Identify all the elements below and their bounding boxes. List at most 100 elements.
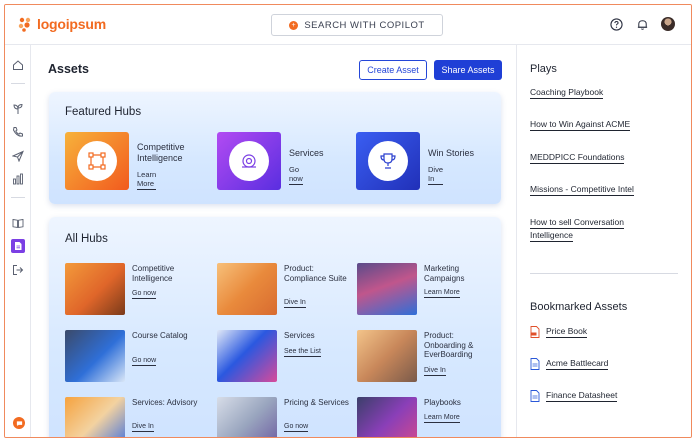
bell-ring-icon: [229, 141, 269, 181]
hub-card[interactable]: Marketing Campaigns Learn More: [357, 263, 497, 315]
left-nav-rail: [5, 45, 31, 437]
hub-thumbnail: [65, 397, 125, 437]
bookmarks-title: Bookmarked Assets: [530, 301, 628, 313]
featured-hubs-panel: Featured Hubs Competitive Intelligence L…: [49, 92, 501, 204]
copilot-icon: +: [289, 20, 299, 30]
header-actions: [609, 17, 675, 31]
logo[interactable]: logoipsum: [17, 16, 106, 32]
hub-link[interactable]: See the List: [284, 348, 321, 357]
hub-thumbnail: [357, 263, 417, 315]
doc-icon: [530, 390, 540, 402]
trophy-icon: [368, 141, 408, 181]
hub-name: Competitive Intelligence: [132, 264, 175, 283]
nav-divider: [11, 197, 25, 198]
hub-name: Product: Onboarding & EverBoarding: [424, 331, 474, 359]
hub-card[interactable]: Playbooks Learn More: [357, 397, 497, 437]
hub-thumbnail: [357, 397, 417, 437]
hub-link[interactable]: Go now: [132, 357, 157, 366]
hub-name: Win Stories: [428, 148, 475, 158]
hub-thumbnail: [217, 263, 277, 315]
hub-thumbnail: [65, 263, 125, 315]
brand-name: logoipsum: [37, 16, 106, 32]
bookmark-item[interactable]: Finance Datasheet: [530, 390, 618, 402]
bell-icon[interactable]: [635, 17, 649, 31]
hub-name: Pricing & Services: [284, 398, 349, 407]
hub-link[interactable]: Go now: [284, 423, 309, 432]
hub-link[interactable]: Learn More: [424, 414, 460, 423]
nav-divider: [11, 83, 25, 84]
logo-mark-icon: [18, 17, 31, 32]
help-icon[interactable]: [609, 17, 623, 31]
hub-card[interactable]: Services: Advisory Dive In: [65, 397, 205, 437]
home-icon[interactable]: [11, 58, 25, 72]
hub-tile: [217, 132, 281, 190]
hub-card[interactable]: Pricing & Services Go now: [217, 397, 357, 437]
create-asset-button[interactable]: Create Asset: [359, 60, 427, 80]
hub-tile: [65, 132, 129, 190]
play-label: How to Win Against ACME: [530, 119, 631, 131]
hub-link[interactable]: Dive In: [428, 165, 444, 185]
copilot-search-bar[interactable]: + SEARCH WITH COPILOT: [271, 14, 443, 36]
logout-icon[interactable]: [11, 263, 25, 277]
hub-card[interactable]: Competitive Intelligence Go now: [65, 263, 205, 315]
assets-icon[interactable]: [11, 239, 25, 253]
hub-name: Services: Advisory: [132, 398, 198, 407]
plant-icon[interactable]: [11, 102, 25, 116]
hub-name: Services: [284, 331, 315, 340]
hub-card[interactable]: Services See the List: [217, 330, 357, 382]
section-divider: [530, 273, 678, 274]
hub-card[interactable]: Product: Onboarding & EverBoarding Dive …: [357, 330, 497, 382]
search-label: SEARCH WITH COPILOT: [304, 19, 425, 31]
play-link[interactable]: How to sell Conversation Intelligence: [530, 216, 650, 242]
hub-link[interactable]: Go now: [289, 165, 303, 185]
hub-link[interactable]: Learn More: [137, 170, 157, 190]
play-link[interactable]: How to Win Against ACME: [530, 118, 680, 131]
bookmark-label: Finance Datasheet: [546, 390, 618, 402]
play-link[interactable]: Coaching Playbook: [530, 86, 680, 99]
hub-thumbnail: [217, 397, 277, 437]
all-hubs-title: All Hubs: [65, 233, 108, 245]
bookmark-label: Acme Battlecard: [546, 358, 609, 370]
play-label: Coaching Playbook: [530, 87, 604, 99]
bookmark-label: Price Book: [546, 326, 588, 338]
bookmark-item[interactable]: Acme Battlecard: [530, 358, 609, 370]
hub-name: Product: Compliance Suite: [284, 264, 347, 283]
avatar[interactable]: [661, 17, 675, 31]
hub-link[interactable]: Go now: [132, 290, 157, 299]
network-icon: [77, 141, 117, 181]
chart-icon[interactable]: [11, 172, 25, 186]
hub-thumbnail: [65, 330, 125, 382]
play-link[interactable]: Missions - Competitive Intel: [530, 183, 680, 196]
hub-link[interactable]: Dive In: [424, 367, 446, 376]
hub-thumbnail: [357, 330, 417, 382]
chat-icon[interactable]: [13, 417, 25, 429]
phone-icon[interactable]: [11, 125, 25, 139]
hub-link[interactable]: Dive In: [284, 299, 306, 308]
pdf-icon: [530, 326, 540, 338]
hub-name: Course Catalog: [132, 331, 188, 340]
top-header: logoipsum + SEARCH WITH COPILOT: [5, 5, 691, 45]
page-title: Assets: [48, 62, 89, 76]
hub-link[interactable]: Dive In: [132, 423, 154, 432]
featured-hubs-title: Featured Hubs: [65, 106, 142, 118]
hub-name: Marketing Campaigns: [424, 264, 465, 283]
all-hubs-panel: All Hubs Competitive Intelligence Go now…: [49, 217, 501, 437]
doc-icon: [530, 358, 540, 370]
hub-card[interactable]: Course Catalog Go now: [65, 330, 205, 382]
play-label: How to sell Conversation Intelligence: [530, 217, 625, 242]
play-label: Missions - Competitive Intel: [530, 184, 634, 196]
share-assets-button[interactable]: Share Assets: [434, 60, 502, 80]
send-icon[interactable]: [11, 149, 25, 163]
hub-card[interactable]: Product: Compliance Suite Dive In: [217, 263, 357, 315]
bookmark-item[interactable]: Price Book: [530, 326, 588, 338]
book-icon[interactable]: [11, 216, 25, 230]
right-sidebar: Plays Coaching Playbook How to Win Again…: [516, 45, 691, 437]
hub-link[interactable]: Learn More: [424, 289, 460, 298]
hub-name: Playbooks: [424, 398, 461, 407]
plays-title: Plays: [530, 63, 557, 75]
main-content: Assets Create Asset Share Assets Feature…: [31, 45, 516, 437]
hub-tile: [356, 132, 420, 190]
play-link[interactable]: MEDDPICC Foundations: [530, 151, 680, 164]
hub-name: Services: [289, 148, 324, 158]
hub-name: Competitive Intelligence: [137, 142, 185, 163]
